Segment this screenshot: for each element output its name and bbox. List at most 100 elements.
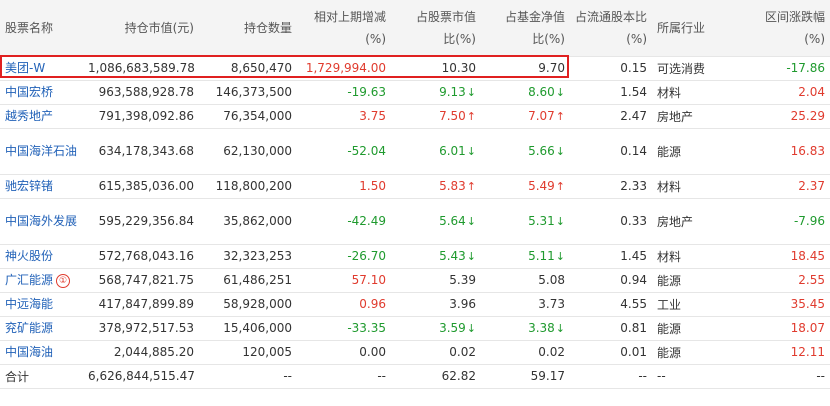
arrow-down-icon: ↓ bbox=[466, 250, 476, 263]
header-quantity[interactable]: 持仓数量 bbox=[199, 0, 297, 57]
nav-ratio-cell: 7.07↑ bbox=[481, 104, 570, 129]
stock-name-link[interactable]: 驰宏锌锗 bbox=[0, 174, 83, 199]
table-row[interactable]: 中国海油 2,044,885.20 120,005 0.00 0.02 0.02 0.01 能… bbox=[0, 340, 830, 365]
industry-cell: 能源 bbox=[652, 316, 740, 341]
quantity-cell: 8,650,470 bbox=[199, 56, 297, 81]
change-cell: 3.75 bbox=[297, 104, 391, 129]
change-cell: -26.70 bbox=[297, 244, 391, 269]
header-industry[interactable]: 所属行业 bbox=[652, 0, 740, 57]
market-value-cell: 615,385,036.00 bbox=[83, 174, 199, 199]
float-ratio-cell: 1.54 bbox=[570, 80, 652, 105]
stock-name-link[interactable]: 广汇能源 ① bbox=[0, 268, 83, 293]
quantity-cell: 62,130,000 bbox=[199, 128, 297, 175]
total-label: 合计 bbox=[0, 364, 83, 389]
stock-ratio-cell: 7.50↑ bbox=[391, 104, 481, 129]
change-cell: -19.63 bbox=[297, 80, 391, 105]
interval-change-cell: 18.45 bbox=[740, 244, 830, 269]
stock-ratio-cell: 0.02 bbox=[391, 340, 481, 365]
table-row[interactable]: 中国海洋石油 634,178,343.68 62,130,000 -52.04 6.01… bbox=[0, 128, 830, 175]
market-value-cell: 378,972,517.53 bbox=[83, 316, 199, 341]
interval-change-cell: -17.86 bbox=[740, 56, 830, 81]
change-cell: 0.96 bbox=[297, 292, 391, 317]
table-header-row: 股票名称 持仓市值(元) 持仓数量 相对上期增减 (%) 占股票市值 比(%) 占基… bbox=[0, 0, 830, 57]
market-value-cell: 2,044,885.20 bbox=[83, 340, 199, 365]
arrow-up-icon: ↑ bbox=[466, 180, 476, 193]
stock-name-link[interactable]: 越秀地产 bbox=[0, 104, 83, 129]
float-ratio-cell: 0.81 bbox=[570, 316, 652, 341]
industry-cell: 能源 bbox=[652, 268, 740, 293]
industry-cell: 材料 bbox=[652, 80, 740, 105]
change-cell: -52.04 bbox=[297, 128, 391, 175]
stock-ratio-cell: 6.01↓ bbox=[391, 128, 481, 175]
interval-change-cell: 2.37 bbox=[740, 174, 830, 199]
quantity-cell: 15,406,000 bbox=[199, 316, 297, 341]
quantity-cell: 32,323,253 bbox=[199, 244, 297, 269]
stock-name-link[interactable]: 神火股份 bbox=[0, 244, 83, 269]
table-row[interactable]: 中国宏桥 963,588,928.78 146,373,500 -19.63 9.13↓… bbox=[0, 80, 830, 105]
industry-cell: 工业 bbox=[652, 292, 740, 317]
table-row[interactable]: 神火股份 572,768,043.16 32,323,253 -26.70 5.43↓ 5… bbox=[0, 244, 830, 269]
total-interval: -- bbox=[740, 364, 830, 389]
market-value-cell: 1,086,683,589.78 bbox=[83, 56, 199, 81]
arrow-down-icon: ↓ bbox=[466, 86, 476, 99]
header-nav-ratio[interactable]: 占基金净值 比(%) bbox=[481, 0, 570, 57]
change-cell: 1.50 bbox=[297, 174, 391, 199]
nav-ratio-cell: 5.11↓ bbox=[481, 244, 570, 269]
float-ratio-cell: 2.47 bbox=[570, 104, 652, 129]
arrow-down-icon: ↓ bbox=[555, 86, 565, 99]
change-cell: 57.10 bbox=[297, 268, 391, 293]
stock-name-link[interactable]: 中远海能 bbox=[0, 292, 83, 317]
table-row[interactable]: 兖矿能源 378,972,517.53 15,406,000 -33.35 3.59↓ 3… bbox=[0, 316, 830, 341]
stock-name-link[interactable]: 美团-W bbox=[0, 56, 83, 81]
interval-change-cell: 2.55 bbox=[740, 268, 830, 293]
nav-ratio-cell: 3.73 bbox=[481, 292, 570, 317]
industry-cell: 房地产 bbox=[652, 104, 740, 129]
stock-name-link[interactable]: 中国宏桥 bbox=[0, 80, 83, 105]
header-change[interactable]: 相对上期增减 (%) bbox=[297, 0, 391, 57]
nav-ratio-cell: 5.49↑ bbox=[481, 174, 570, 199]
table-row[interactable]: 美团-W 1,086,683,589.78 8,650,470 1,729,994.0… bbox=[0, 56, 830, 81]
total-change: -- bbox=[297, 364, 391, 389]
interval-change-cell: -7.96 bbox=[740, 198, 830, 245]
info-badge-icon[interactable]: ① bbox=[56, 273, 71, 288]
arrow-down-icon: ↓ bbox=[555, 215, 565, 228]
total-market-value: 6,626,844,515.47 bbox=[83, 364, 199, 389]
stock-name-link[interactable]: 中国海洋石油 bbox=[0, 128, 83, 175]
float-ratio-cell: 0.14 bbox=[570, 128, 652, 175]
interval-change-cell: 12.11 bbox=[740, 340, 830, 365]
industry-cell: 能源 bbox=[652, 128, 740, 175]
stock-ratio-cell: 5.83↑ bbox=[391, 174, 481, 199]
quantity-cell: 120,005 bbox=[199, 340, 297, 365]
header-market-value[interactable]: 持仓市值(元) bbox=[83, 0, 199, 57]
stock-name-link[interactable]: 兖矿能源 bbox=[0, 316, 83, 341]
float-ratio-cell: 0.94 bbox=[570, 268, 652, 293]
table-row[interactable]: 中远海能 417,847,899.89 58,928,000 0.96 3.96 3.73… bbox=[0, 292, 830, 317]
table-row[interactable]: 越秀地产 791,398,092.86 76,354,000 3.75 7.50↑ 7.0… bbox=[0, 104, 830, 129]
table-row[interactable]: 中国海外发展 595,229,356.84 35,862,000 -42.49 5.64… bbox=[0, 198, 830, 245]
market-value-cell: 417,847,899.89 bbox=[83, 292, 199, 317]
header-name[interactable]: 股票名称 bbox=[0, 0, 83, 57]
arrow-down-icon: ↓ bbox=[466, 215, 476, 228]
table-row[interactable]: 广汇能源 ① 568,747,821.75 61,486,251 57.10 5.39 5.… bbox=[0, 268, 830, 293]
industry-cell: 材料 bbox=[652, 244, 740, 269]
change-cell: -33.35 bbox=[297, 316, 391, 341]
float-ratio-cell: 4.55 bbox=[570, 292, 652, 317]
header-stock-ratio[interactable]: 占股票市值 比(%) bbox=[391, 0, 481, 57]
stock-name-link[interactable]: 中国海外发展 bbox=[0, 198, 83, 245]
header-float-ratio[interactable]: 占流通股本比 (%) bbox=[570, 0, 652, 57]
total-nav-ratio: 59.17 bbox=[481, 364, 570, 389]
header-interval[interactable]: 区间涨跌幅 (%) bbox=[740, 0, 830, 57]
nav-ratio-cell: 5.31↓ bbox=[481, 198, 570, 245]
total-quantity: -- bbox=[199, 364, 297, 389]
nav-ratio-cell: 9.70 bbox=[481, 56, 570, 81]
stock-name-link[interactable]: 中国海油 bbox=[0, 340, 83, 365]
total-float-ratio: -- bbox=[570, 364, 652, 389]
float-ratio-cell: 0.15 bbox=[570, 56, 652, 81]
change-cell: -42.49 bbox=[297, 198, 391, 245]
interval-change-cell: 35.45 bbox=[740, 292, 830, 317]
industry-cell: 材料 bbox=[652, 174, 740, 199]
float-ratio-cell: 0.01 bbox=[570, 340, 652, 365]
holdings-table: 股票名称 持仓市值(元) 持仓数量 相对上期增减 (%) 占股票市值 比(%) 占基… bbox=[0, 0, 830, 389]
table-row[interactable]: 驰宏锌锗 615,385,036.00 118,800,200 1.50 5.83↑ 5.… bbox=[0, 174, 830, 199]
stock-ratio-cell: 3.59↓ bbox=[391, 316, 481, 341]
